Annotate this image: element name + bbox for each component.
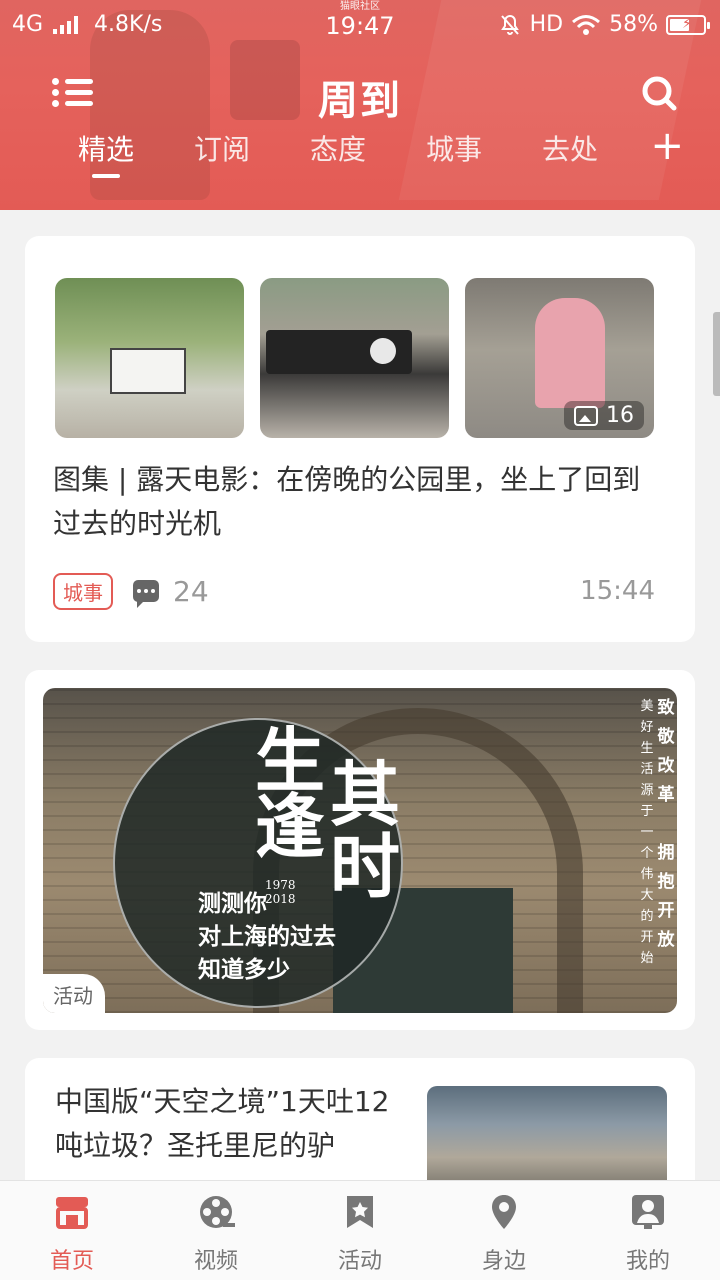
nav-nearby[interactable]: 身边 xyxy=(432,1181,576,1280)
charging-bolt-icon: ⚡ xyxy=(682,15,692,32)
post-time: 15:44 xyxy=(580,576,655,606)
activity-label: 活动 xyxy=(43,974,105,1013)
wifi-icon xyxy=(572,14,601,35)
search-icon[interactable] xyxy=(640,74,678,112)
image-icon xyxy=(574,405,598,426)
tab-taidu[interactable]: 态度 xyxy=(280,128,396,188)
nav-home[interactable]: 首页 xyxy=(0,1181,144,1280)
thumbnail-outdoor-screen[interactable] xyxy=(55,278,244,438)
nav-video-label: 视频 xyxy=(193,1249,238,1274)
headline-char-3: 其 xyxy=(330,754,400,836)
vertical-slogan-small: 美好生活源于一个伟大的开始 xyxy=(640,699,654,966)
vertical-slogan-large: 致敬改革 拥抱开放 xyxy=(657,698,675,950)
mute-bell-icon xyxy=(500,14,519,35)
tab-dingyue[interactable]: 订阅 xyxy=(164,128,280,188)
subtitle-line-2: 对上海的过去 xyxy=(198,924,336,950)
nav-profile-label: 我的 xyxy=(625,1249,670,1274)
status-time: 19:47 xyxy=(325,12,395,40)
nav-video[interactable]: 视频 xyxy=(144,1181,288,1280)
article-thumbnail[interactable] xyxy=(427,1086,667,1188)
gallery-thumbnails: 16 xyxy=(55,278,654,438)
photo-count: 16 xyxy=(606,403,634,428)
app-header: 4G 4.8K/s 猫眼社区 19:47 HD 58% ⚡ 周到 精选 订阅 态… xyxy=(0,0,720,210)
app-title: 周到 xyxy=(318,78,402,124)
nav-activity[interactable]: 活动 xyxy=(288,1181,432,1280)
battery-icon: ⚡ xyxy=(666,14,710,35)
app-toolbar: 周到 xyxy=(0,62,720,124)
post-title[interactable]: 图集 | 露天电影：在傍晚的公园里，坐上了回到过去的时光机 xyxy=(53,458,655,546)
home-shop-icon xyxy=(56,1197,88,1229)
tab-jingxuan[interactable]: 精选 xyxy=(48,128,164,188)
user-profile-icon xyxy=(632,1195,664,1229)
thumbnail-audience[interactable]: 16 xyxy=(465,278,654,438)
banner-subtitle: 测测你 对上海的过去 知道多少 xyxy=(198,888,336,987)
banner-post-card[interactable]: 生 逢 其 时 1978 2018 测测你 对上海的过去 知道多少 美好生活源于… xyxy=(25,670,695,1030)
location-pin-icon xyxy=(492,1195,516,1229)
article-title[interactable]: 中国版“天空之境”1天吐12吨垃圾？圣托里尼的驴 xyxy=(55,1080,415,1168)
photo-count-badge: 16 xyxy=(564,401,644,430)
category-tag[interactable]: 城事 xyxy=(53,572,113,610)
hd-indicator: HD xyxy=(529,12,564,37)
tab-quchu[interactable]: 去处 xyxy=(512,128,628,188)
nav-activity-label: 活动 xyxy=(337,1249,382,1274)
subtitle-line-1: 测测你 xyxy=(198,891,267,917)
channel-tabs: 精选 订阅 态度 城事 去处 xyxy=(48,128,720,188)
add-channel-button[interactable]: + xyxy=(650,126,684,166)
headline-char-4: 时 xyxy=(330,826,400,908)
comment-icon xyxy=(133,580,159,608)
status-right: HD 58% ⚡ xyxy=(498,12,710,37)
banner-image[interactable]: 生 逢 其 时 1978 2018 测测你 对上海的过去 知道多少 美好生活源于… xyxy=(43,688,677,1013)
post-meta: 城事 24 15:44 xyxy=(53,572,655,610)
thumbnail-projector[interactable] xyxy=(260,278,449,438)
battery-percent: 58% xyxy=(609,12,658,37)
nav-nearby-label: 身边 xyxy=(481,1249,526,1274)
headline-char-2: 逢 xyxy=(255,786,325,868)
scrollbar-thumb[interactable] xyxy=(713,312,720,396)
status-bar: 4G 4.8K/s 猫眼社区 19:47 HD 58% ⚡ xyxy=(0,0,720,52)
comment-count: 24 xyxy=(173,574,209,608)
film-reel-icon xyxy=(200,1196,235,1228)
subtitle-line-3: 知道多少 xyxy=(198,957,290,983)
article-post-card[interactable]: 中国版“天空之境”1天吐12吨垃圾？圣托里尼的驴 xyxy=(25,1058,695,1188)
star-bookmark-icon xyxy=(347,1196,373,1228)
carrier-note: 猫眼社区 xyxy=(340,1,380,12)
tab-chengshi[interactable]: 城事 xyxy=(396,128,512,188)
nav-home-label: 首页 xyxy=(49,1249,94,1274)
bottom-nav: 首页 视频 活动 身边 我的 xyxy=(0,1180,720,1280)
nav-profile[interactable]: 我的 xyxy=(576,1181,720,1280)
gallery-post-card[interactable]: 16 图集 | 露天电影：在傍晚的公园里，坐上了回到过去的时光机 城事 24 1… xyxy=(25,236,695,642)
